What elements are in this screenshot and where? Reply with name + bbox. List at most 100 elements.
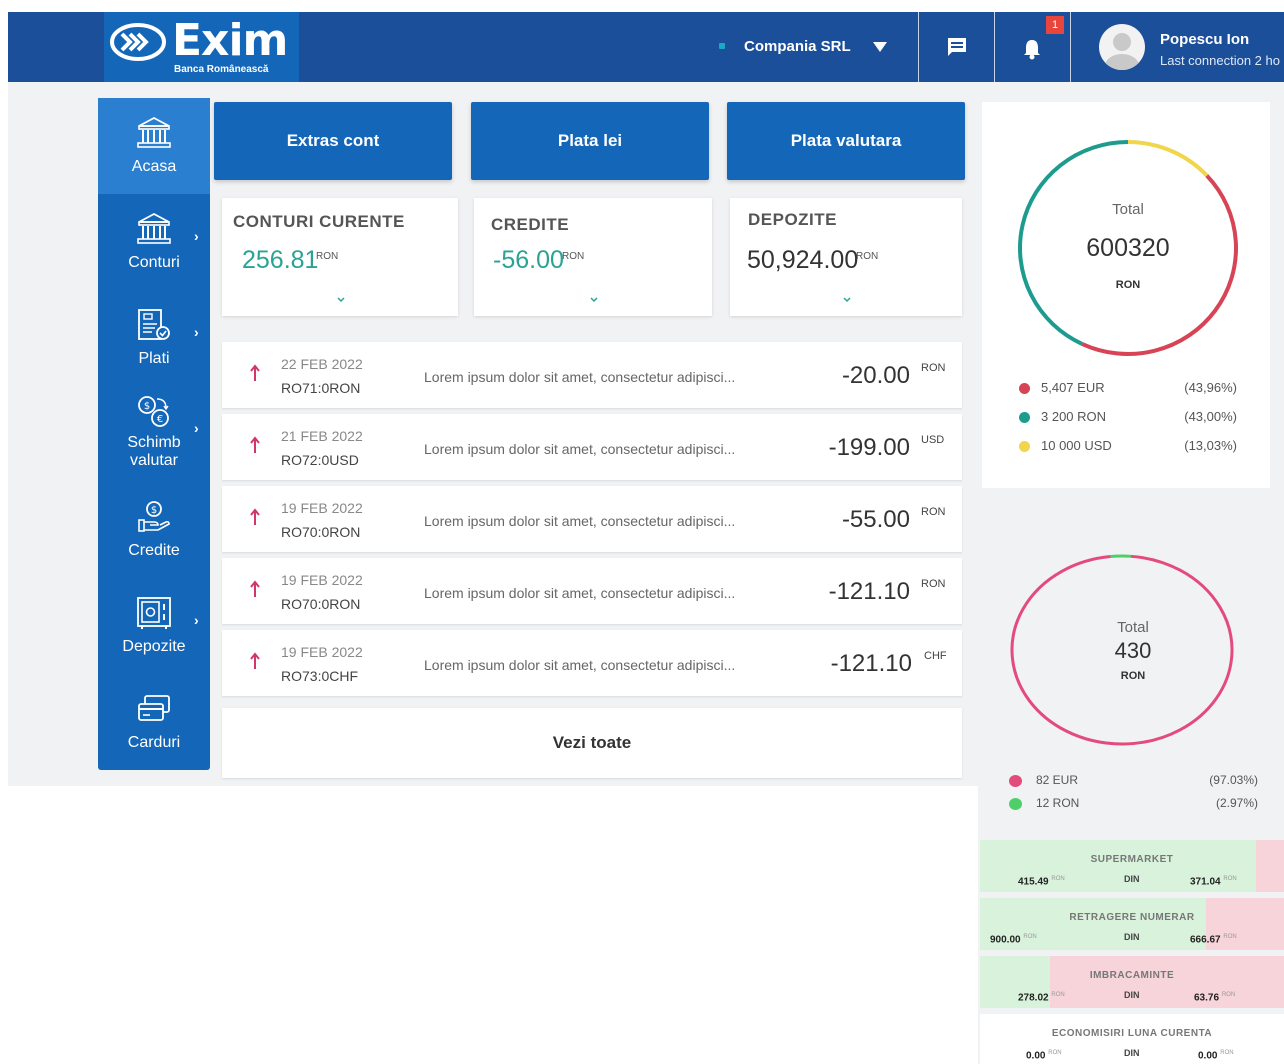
chevron-down-icon[interactable] xyxy=(842,296,852,304)
arrow-up-icon xyxy=(250,436,260,453)
summary-card-credite[interactable]: CREDITE -56.00 RON xyxy=(474,198,712,316)
transaction-amount: -121.10 xyxy=(828,578,910,605)
budget-limit: 371.04 RON xyxy=(1190,876,1237,888)
budget-row-economisiri[interactable]: ECONOMISIRI LUNA CURENTA 0.00 RON DIN 0.… xyxy=(980,1014,1284,1064)
bell-icon xyxy=(1024,40,1040,60)
sidebar-item-schimb-valutar[interactable]: $ € › Schimb valutar xyxy=(98,386,210,482)
transaction-description: Lorem ipsum dolor sit amet, consectetur … xyxy=(424,657,736,673)
legend-label: 3 200 RON xyxy=(1041,409,1107,424)
summary-card-depozite[interactable]: DEPOZITE 50,924.00 RON xyxy=(730,198,962,316)
transaction-row[interactable]: 19 FEB 2022 RO73:0CHF Lorem ipsum dolor … xyxy=(222,630,962,696)
transaction-description: Lorem ipsum dolor sit amet, consectetur … xyxy=(424,441,736,457)
transaction-amount: -121.10 xyxy=(830,650,912,677)
legend-dot xyxy=(1009,775,1022,787)
transaction-description: Lorem ipsum dolor sit amet, consectetur … xyxy=(424,513,736,529)
safe-icon xyxy=(137,597,171,629)
legend-percent: (43,00%) xyxy=(1184,409,1237,424)
budget-spent: 278.02 RON xyxy=(1018,992,1065,1004)
budget-limit: 63.76 RON xyxy=(1194,992,1236,1004)
budget-row-retragere-numerar[interactable]: RETRAGERE NUMERAR 900.00 RON DIN 666.67 … xyxy=(980,898,1284,950)
transaction-date: 19 FEB 2022 xyxy=(281,500,363,516)
svg-text:$: $ xyxy=(151,505,157,516)
sidebar-item-conturi[interactable]: › Conturi xyxy=(98,194,210,290)
donut-slice xyxy=(1110,554,1132,559)
transaction-currency: RON xyxy=(921,578,946,590)
sidebar-item-acasa[interactable]: Acasa xyxy=(98,98,210,194)
transaction-currency: RON xyxy=(921,506,946,518)
budget-overflow-bar xyxy=(1256,840,1284,892)
donut-total: 430 xyxy=(1114,638,1152,663)
legend-percent: (43,96%) xyxy=(1184,380,1237,395)
transaction-account: RO72:0USD xyxy=(281,452,359,468)
notification-badge: 1 xyxy=(1046,16,1064,34)
extras-cont-button[interactable]: Extras cont xyxy=(214,102,452,180)
sidebar-item-depozite[interactable]: › Depozite xyxy=(98,578,210,674)
transaction-account: RO71:0RON xyxy=(281,380,361,396)
transaction-account: RO70:0RON xyxy=(281,524,361,540)
sidebar-item-credite[interactable]: $ Credite xyxy=(98,482,210,578)
donut-center-label: Total xyxy=(1117,619,1149,636)
transaction-row[interactable]: 22 FEB 2022 RO71:0RON Lorem ipsum dolor … xyxy=(222,342,962,408)
sidebar: Acasa › Conturi › Plati $ € › Schimb val… xyxy=(98,98,210,770)
transaction-date: 21 FEB 2022 xyxy=(281,428,363,444)
arrow-up-icon xyxy=(250,364,260,381)
transaction-date: 22 FEB 2022 xyxy=(281,356,363,372)
company-selector[interactable]: Compania SRL xyxy=(744,38,851,55)
sidebar-item-label: Schimb xyxy=(127,434,181,451)
sidebar-item-plati[interactable]: › Plati xyxy=(98,290,210,386)
donut-currency: RON xyxy=(1115,279,1141,291)
budget-title: ECONOMISIRI LUNA CURENTA xyxy=(1051,1028,1213,1039)
summary-currency: RON xyxy=(316,251,339,262)
caret-down-icon[interactable] xyxy=(873,42,887,52)
company-status-dot xyxy=(719,43,725,49)
arrow-up-icon xyxy=(250,508,260,525)
budget-row-supermarket[interactable]: SUPERMARKET 415.49 RON DIN 371.04 RON xyxy=(980,840,1284,892)
sidebar-item-carduri[interactable]: Carduri xyxy=(98,674,210,770)
chevron-down-icon[interactable] xyxy=(336,296,346,304)
messages-button[interactable] xyxy=(920,12,994,82)
budget-limit: 666.67 RON xyxy=(1190,934,1237,946)
legend-dot xyxy=(1019,441,1030,452)
budget-title: SUPERMARKET xyxy=(1090,854,1174,865)
budget-row-imbracaminte[interactable]: IMBRACAMINTE 278.02 RON DIN 63.76 RON xyxy=(980,956,1284,1008)
svg-text:€: € xyxy=(157,414,163,425)
currency-exchange-icon: $ € xyxy=(138,396,169,427)
budget-spent: 415.49 RON xyxy=(1018,876,1065,888)
donut-slice xyxy=(1127,140,1209,177)
legend-dot xyxy=(1019,383,1030,394)
sidebar-item-label: valutar xyxy=(129,452,179,469)
summary-value: 50,924.00 xyxy=(747,246,859,274)
summary-currency: RON xyxy=(856,251,879,262)
transaction-currency: USD xyxy=(921,434,945,446)
chevron-down-icon[interactable] xyxy=(589,296,599,304)
chevron-right-icon: › xyxy=(194,324,199,340)
transaction-row[interactable]: 21 FEB 2022 RO72:0USD Lorem ipsum dolor … xyxy=(222,414,962,480)
summary-card-conturi[interactable]: CONTURI CURENTE 256.81 RON xyxy=(222,198,458,316)
donut-center-label: Total xyxy=(1112,201,1144,218)
transaction-row[interactable]: 19 FEB 2022 RO70:0RON Lorem ipsum dolor … xyxy=(222,486,962,552)
avatar[interactable] xyxy=(1099,24,1145,70)
brand-logo[interactable]: Exim Banca Românească xyxy=(104,12,299,82)
see-all-button[interactable]: Vezi toate xyxy=(222,708,962,778)
budget-spent: 0.00 RON xyxy=(1026,1050,1062,1062)
legend-label: 5,407 EUR xyxy=(1041,380,1105,395)
transaction-account: RO70:0RON xyxy=(281,596,361,612)
plata-lei-button[interactable]: Plata lei xyxy=(471,102,709,180)
legend-label: 82 EUR xyxy=(1036,773,1079,787)
transaction-currency: RON xyxy=(921,362,946,374)
sidebar-item-label: Acasa xyxy=(131,158,177,175)
user-name[interactable]: Popescu Ion xyxy=(1160,31,1249,48)
transaction-row[interactable]: 19 FEB 2022 RO70:0RON Lorem ipsum dolor … xyxy=(222,558,962,624)
transaction-date: 19 FEB 2022 xyxy=(281,572,363,588)
transaction-description: Lorem ipsum dolor sit amet, consectetur … xyxy=(424,585,736,601)
transaction-amount: -55.00 xyxy=(841,506,910,533)
header-divider xyxy=(1070,12,1071,82)
summary-title: CREDITE xyxy=(491,215,570,234)
header-divider xyxy=(918,12,919,82)
budget-limit: 0.00 RON xyxy=(1198,1050,1234,1062)
plata-valutara-button[interactable]: Plata valutara xyxy=(727,102,965,180)
invoice-icon xyxy=(138,309,170,340)
brand-name: Exim xyxy=(172,15,288,66)
summary-title: DEPOZITE xyxy=(748,210,838,229)
summary-value: 256.81 xyxy=(242,246,319,274)
